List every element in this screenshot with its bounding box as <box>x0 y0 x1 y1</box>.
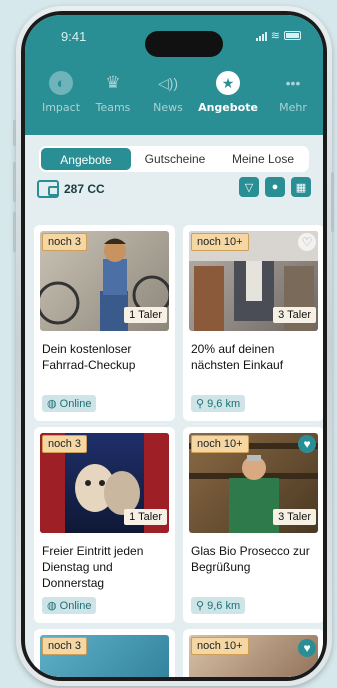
map-pin-icon: ⚲ <box>196 398 205 410</box>
location-text: Online <box>59 600 92 612</box>
location-text: 9,6 km <box>207 398 241 410</box>
map-pin-icon: ⚲ <box>196 600 205 612</box>
mute-switch <box>13 120 16 146</box>
offer-card[interactable]: noch 3 1 Taler Freier Eintritt jeden Die… <box>34 427 175 623</box>
offer-card[interactable]: noch 3 1 Taler Dein kostenloser Fahrrad-… <box>34 225 175 421</box>
price-tag: 1 Taler <box>124 509 167 525</box>
location-text: 9,6 km <box>207 600 241 612</box>
tab-label: News <box>153 101 183 114</box>
tab-angebote[interactable]: ★ Angebote <box>198 71 258 114</box>
signal-icon <box>255 31 267 41</box>
heart-filled-icon: ♥ <box>303 641 311 655</box>
stock-badge: noch 10+ <box>191 233 249 251</box>
map-pin-icon: ● <box>271 181 279 193</box>
status-bar: 9:41 ≋ <box>25 27 323 57</box>
tab-label: Impact <box>41 101 81 114</box>
heart-icon: ♡ <box>301 235 313 249</box>
price-tag: 1 Taler <box>124 307 167 323</box>
globe-icon: ◐ <box>49 71 73 95</box>
app-screen: 9:41 ≋ ◐ Impact ♛ Teams ◁)) News ★ Angeb… <box>25 15 323 677</box>
filter-icon: ▽ <box>244 181 254 194</box>
credits-display: 287 CC <box>37 180 105 198</box>
segment-gutscheine[interactable]: Gutscheine <box>131 148 219 170</box>
location-tag: ⚲ 9,6 km <box>191 395 246 412</box>
tab-mehr[interactable]: ••• Mehr <box>265 71 321 114</box>
globe-icon: ◍ <box>47 398 57 410</box>
wallet-icon <box>37 180 59 198</box>
wifi-icon: ≋ <box>270 30 280 42</box>
toolbar: ▽ ● ▦ <box>239 177 311 197</box>
tab-impact[interactable]: ◐ Impact <box>33 71 89 114</box>
offer-title: Freier Eintritt jeden Dienstag und Donne… <box>42 544 144 590</box>
offer-title: Dein kostenloser Fahrrad-Checkup <box>42 342 136 372</box>
favorite-button[interactable]: ♡ <box>298 233 316 251</box>
volume-up-button <box>13 162 16 202</box>
segment-angebote[interactable]: Angebote <box>41 148 131 170</box>
status-icons: ≋ <box>255 29 301 42</box>
dynamic-island <box>145 31 223 57</box>
offer-card[interactable]: noch 3 <box>34 629 175 677</box>
stock-badge: noch 3 <box>42 637 88 655</box>
stock-badge: noch 10+ <box>191 637 249 655</box>
offer-card[interactable]: noch 10+ ♥ <box>183 629 323 677</box>
price-tag: 3 Taler <box>273 509 316 525</box>
location-tag: ◍ Online <box>42 395 97 412</box>
tab-teams[interactable]: ♛ Teams <box>85 71 141 114</box>
offer-card[interactable]: noch 10+ ♥ 3 Taler Glas Bio Prosecco zur… <box>183 427 323 623</box>
stock-badge: noch 10+ <box>191 435 249 453</box>
status-time: 9:41 <box>61 29 87 44</box>
power-button <box>331 172 334 232</box>
stock-badge: noch 3 <box>42 233 88 251</box>
favorite-button[interactable]: ♥ <box>298 639 316 657</box>
battery-icon <box>284 31 301 40</box>
tab-label: Mehr <box>279 101 307 114</box>
offer-card[interactable]: noch 10+ ♡ 3 Taler 20% auf deinen nächst… <box>183 225 323 421</box>
heart-filled-icon: ♥ <box>303 437 311 451</box>
top-navigation-bar: 9:41 ≋ ◐ Impact ♛ Teams ◁)) News ★ Angeb… <box>25 15 323 135</box>
segment-meine-lose[interactable]: Meine Lose <box>219 148 307 170</box>
globe-icon: ◍ <box>47 600 57 612</box>
main-tabs: ◐ Impact ♛ Teams ◁)) News ★ Angebote •••… <box>25 71 323 127</box>
credits-value: 287 CC <box>64 182 105 196</box>
favorite-button[interactable]: ♥ <box>298 435 316 453</box>
location-button[interactable]: ● <box>265 177 285 197</box>
location-tag: ◍ Online <box>42 597 97 614</box>
qr-code-button[interactable]: ▦ <box>291 177 311 197</box>
star-icon: ★ <box>216 71 240 95</box>
qr-code-icon: ▦ <box>295 181 307 194</box>
offer-title: 20% auf deinen nächsten Einkauf <box>191 342 284 372</box>
tab-news[interactable]: ◁)) News <box>140 71 196 115</box>
megaphone-icon: ◁)) <box>157 74 179 91</box>
offer-title: Glas Bio Prosecco zur Begrüßung <box>191 544 310 574</box>
more-icon: ••• <box>285 75 301 91</box>
stock-badge: noch 3 <box>42 435 88 453</box>
segmented-control: Angebote Gutscheine Meine Lose <box>39 146 309 172</box>
tab-label: Teams <box>95 101 131 114</box>
location-tag: ⚲ 9,6 km <box>191 597 246 614</box>
tab-label: Angebote <box>198 101 258 114</box>
location-text: Online <box>59 398 92 410</box>
trophy-icon: ♛ <box>105 73 121 92</box>
filter-button[interactable]: ▽ <box>239 177 259 197</box>
volume-down-button <box>13 212 16 252</box>
price-tag: 3 Taler <box>273 307 316 323</box>
